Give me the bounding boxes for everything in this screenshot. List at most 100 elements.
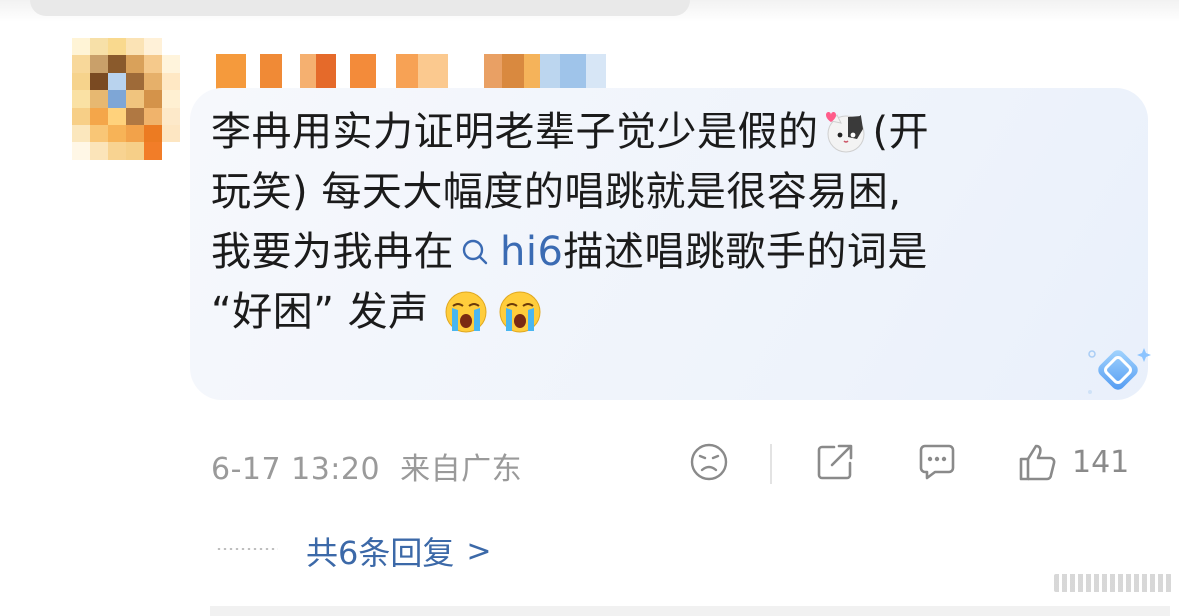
- avatar-pixel: [72, 142, 90, 160]
- comment-icon: [919, 444, 955, 480]
- watermark: [1054, 574, 1172, 592]
- cat-emoji-icon: [825, 112, 864, 153]
- username-pixel: [502, 54, 524, 90]
- avatar-pixel: [108, 142, 126, 160]
- avatar-pixel: [108, 72, 126, 91]
- username-pixel: [586, 54, 606, 90]
- username-pixel: [560, 54, 586, 90]
- reaction-button[interactable]: [688, 440, 730, 484]
- username-pixel: [484, 54, 502, 90]
- avatar-pixel: [144, 124, 162, 143]
- avatar-pixel: [72, 38, 90, 56]
- avatar-pixel: [90, 55, 108, 73]
- action-divider: [770, 444, 772, 484]
- username[interactable]: [216, 54, 608, 90]
- avatar-pixel: [108, 55, 126, 73]
- username-pixel: [350, 54, 376, 90]
- avatar-pixel: [72, 55, 90, 73]
- avatar-pixel: [108, 38, 126, 56]
- comment-text-segment: 我要为我冉在: [211, 229, 454, 275]
- comment-text-segment: 玩笑) 每天大幅度的唱跳就是很容易困,: [211, 169, 902, 215]
- avatar-pixel: [162, 142, 180, 160]
- comment-button[interactable]: [916, 440, 958, 484]
- avatar-pixel: [126, 55, 144, 73]
- comment-meta: 6-17 13:20 来自广东: [211, 444, 522, 488]
- avatar-pixel: [162, 90, 180, 108]
- avatar-pixel: [90, 38, 108, 56]
- like-button[interactable]: 141: [1016, 440, 1129, 484]
- avatar-pixel: [90, 142, 108, 160]
- sad-face-icon: [690, 443, 728, 481]
- username-pixel: [448, 54, 484, 90]
- comment-location: 来自广东: [400, 452, 523, 487]
- username-pixel: [336, 54, 350, 90]
- avatar-pixel: [72, 72, 90, 91]
- thumbs-up-icon: [1019, 444, 1056, 481]
- avatar-pixel: [144, 90, 162, 108]
- username-pixel: [246, 54, 260, 90]
- replies-label[interactable]: 共6条回复: [306, 528, 454, 574]
- username-pixel: [216, 54, 246, 90]
- reply-thread-dots: [216, 548, 278, 550]
- avatar[interactable]: [72, 38, 180, 160]
- avatar-pixel: [72, 107, 90, 125]
- avatar-pixel: [90, 90, 108, 108]
- avatar-pixel: [72, 90, 90, 108]
- comment-time: 6-17 13:20: [211, 452, 381, 487]
- topic-label[interactable]: hi6: [500, 222, 563, 282]
- avatar-pixel: [162, 107, 180, 125]
- avatar-pixel: [126, 124, 144, 143]
- username-pixel: [260, 54, 282, 90]
- search-icon: [462, 239, 488, 265]
- view-replies-link[interactable]: 共6条回复 >: [306, 528, 492, 574]
- avatar-pixel: [144, 55, 162, 73]
- avatar-pixel: [126, 72, 144, 91]
- crying-emoji-icon: [499, 291, 541, 333]
- username-pixel: [540, 54, 560, 90]
- avatar-pixel: [126, 38, 144, 56]
- top-shadow: [0, 0, 1179, 22]
- username-pixel: [300, 54, 316, 90]
- avatar-pixel: [90, 72, 108, 91]
- like-count: 141: [1072, 444, 1130, 480]
- chevron-right-icon: >: [466, 533, 492, 569]
- avatar-pixel: [162, 38, 180, 56]
- diamond-badge-icon: [1088, 348, 1151, 394]
- bottom-divider: [210, 606, 1170, 616]
- avatar-pixel: [108, 124, 126, 143]
- avatar-pixel: [126, 107, 144, 125]
- comment-line-1: 李冉用实力证明老辈子觉少是假的 (开: [211, 102, 1141, 162]
- avatar-pixel: [90, 107, 108, 125]
- avatar-pixel: [90, 124, 108, 143]
- avatar-pixel: [126, 90, 144, 108]
- avatar-pixel: [144, 72, 162, 91]
- avatar-pixel: [108, 107, 126, 125]
- avatar-pixel: [72, 124, 90, 143]
- comment-line-4: “好困” 发声: [211, 282, 1141, 342]
- username-pixel: [282, 54, 300, 90]
- avatar-pixel: [108, 90, 126, 108]
- topic-link[interactable]: hi6: [454, 222, 563, 282]
- comment-line-2: 玩笑) 每天大幅度的唱跳就是很容易困,: [211, 162, 1141, 222]
- avatar-pixel: [144, 142, 162, 160]
- comment-text-segment: “好困” 发声: [211, 289, 429, 335]
- username-pixel: [376, 54, 396, 90]
- avatar-pixel: [144, 38, 162, 56]
- avatar-pixel: [162, 124, 180, 143]
- username-pixel: [316, 54, 336, 90]
- comment-text: 李冉用实力证明老辈子觉少是假的 (开 玩笑) 每天大幅度的唱跳就是很容易困, 我…: [211, 102, 1141, 342]
- share-icon: [817, 444, 853, 480]
- username-pixel: [418, 54, 448, 90]
- avatar-pixel: [126, 142, 144, 160]
- avatar-pixel: [162, 55, 180, 73]
- comment-text-segment: (开: [872, 109, 930, 155]
- avatar-pixel: [144, 107, 162, 125]
- share-button[interactable]: [814, 440, 856, 484]
- comment-line-3: 我要为我冉在 hi6 描述唱跳歌手的词是: [211, 222, 1141, 282]
- username-pixel: [524, 54, 540, 90]
- comment-text-segment: 描述唱跳歌手的词是: [563, 229, 928, 275]
- avatar-pixel: [162, 72, 180, 91]
- username-pixel: [396, 54, 418, 90]
- crying-emoji-icon: [445, 291, 487, 333]
- comment-text-segment: 李冉用实力证明老辈子觉少是假的: [211, 109, 819, 155]
